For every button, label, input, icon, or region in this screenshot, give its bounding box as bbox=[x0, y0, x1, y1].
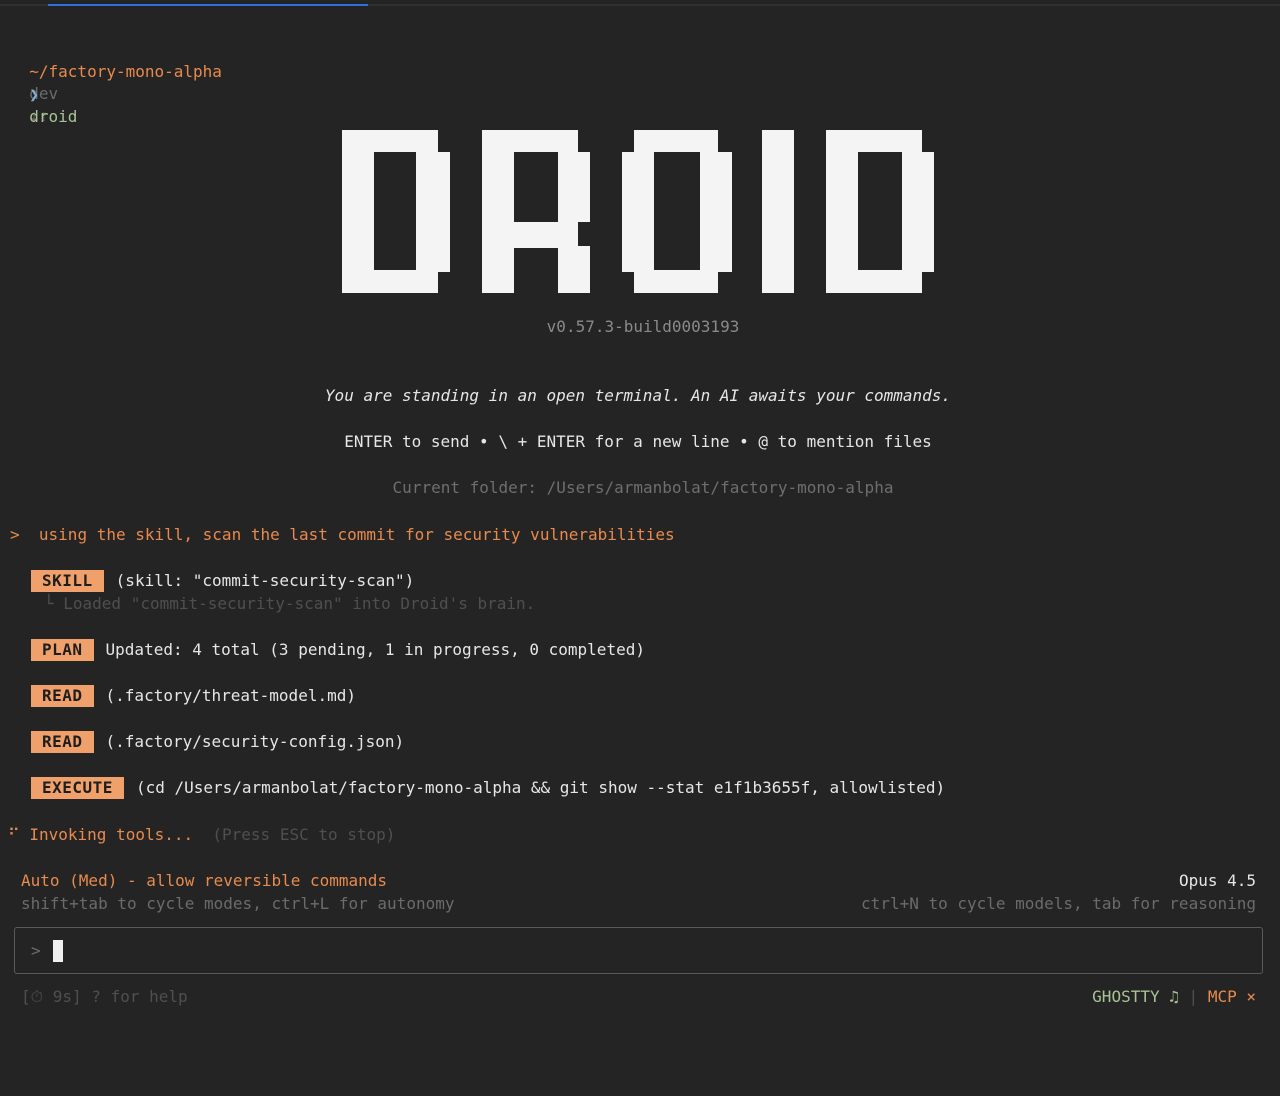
terminal-name: GHOSTTY bbox=[1092, 987, 1160, 1006]
user-message-text: using the skill, scan the last commit fo… bbox=[38, 525, 675, 544]
version-text: v0.57.3-build0003193 bbox=[546, 317, 740, 336]
user-prompt-marker: > bbox=[10, 525, 20, 544]
mode-hint: shift+tab to cycle modes, ctrl+L for aut… bbox=[21, 894, 455, 913]
command-text: droid bbox=[29, 107, 78, 126]
keyboard-hints: ENTER to send • \ + ENTER for a new line… bbox=[344, 432, 932, 451]
status-line: ⠋ Invoking tools... (Press ESC to stop) bbox=[8, 824, 395, 846]
user-message: > using the skill, scan the last commit … bbox=[10, 524, 675, 546]
chat-input[interactable]: > bbox=[14, 927, 1263, 974]
action-row-read: READ (.factory/security-config.json) bbox=[31, 731, 404, 753]
action-text: (.factory/threat-model.md) bbox=[105, 686, 356, 705]
action-row-read: READ (.factory/threat-model.md) bbox=[31, 685, 356, 707]
footer-right: GHOSTTY ♫ | MCP × bbox=[1092, 986, 1256, 1008]
droid-logo bbox=[342, 130, 934, 293]
footer-separator: | bbox=[1188, 987, 1199, 1006]
action-tag: SKILL bbox=[31, 570, 104, 592]
bell-icon: ♫ bbox=[1169, 987, 1179, 1006]
top-progress-track bbox=[0, 4, 1280, 6]
current-folder: Current folder: /Users/armanbolat/factor… bbox=[392, 478, 894, 497]
action-text: (skill: "commit-security-scan") bbox=[115, 571, 415, 590]
input-prompt-marker: > bbox=[31, 941, 41, 960]
action-tag: READ bbox=[31, 731, 94, 753]
action-row-plan: PLAN Updated: 4 total (3 pending, 1 in p… bbox=[31, 639, 645, 661]
autonomy-mode[interactable]: Auto (Med) - allow reversible commands bbox=[21, 870, 387, 892]
action-row-skill: SKILL (skill: "commit-security-scan") bbox=[31, 570, 414, 592]
spinner-icon: ⠋ bbox=[8, 825, 20, 844]
action-tag: READ bbox=[31, 685, 94, 707]
elapsed-timer: [⏱ 9s] bbox=[21, 987, 82, 1006]
action-tag: EXECUTE bbox=[31, 777, 124, 799]
action-text: Updated: 4 total (3 pending, 1 in progre… bbox=[105, 640, 645, 659]
top-progress-bar bbox=[48, 4, 368, 6]
status-hint: (Press ESC to stop) bbox=[212, 825, 396, 844]
command-prompt-icon: ❯ bbox=[29, 85, 39, 104]
action-text: (.factory/security-config.json) bbox=[105, 732, 405, 751]
action-row-execute: EXECUTE (cd /Users/armanbolat/factory-mo… bbox=[31, 777, 945, 799]
model-hint: ctrl+N to cycle models, tab for reasonin… bbox=[861, 894, 1256, 913]
action-text: (cd /Users/armanbolat/factory-mono-alpha… bbox=[135, 778, 946, 797]
text-cursor bbox=[53, 940, 63, 962]
action-subtext: └ Loaded "commit-security-scan" into Dro… bbox=[44, 594, 536, 613]
mcp-status-icon: × bbox=[1246, 987, 1256, 1006]
help-hint: ? for help bbox=[91, 987, 188, 1006]
command-line: ❯ droid bbox=[10, 62, 77, 128]
status-label: Invoking tools... bbox=[29, 825, 194, 844]
mcp-label[interactable]: MCP bbox=[1208, 987, 1237, 1006]
model-name[interactable]: Opus 4.5 bbox=[1179, 870, 1256, 892]
welcome-tagline: You are standing in an open terminal. An… bbox=[324, 386, 952, 405]
footer-left: [⏱ 9s] ? for help bbox=[21, 986, 188, 1008]
action-tag: PLAN bbox=[31, 639, 94, 661]
